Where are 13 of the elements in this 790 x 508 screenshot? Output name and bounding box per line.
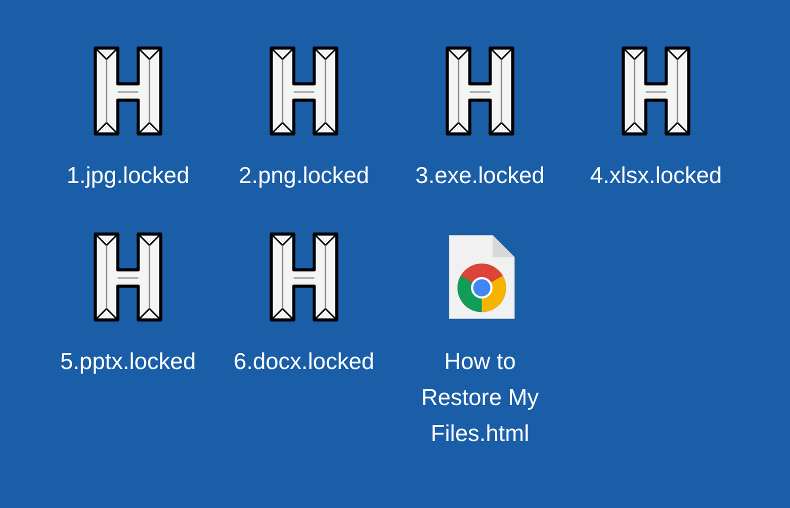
file-name: 4.xlsx.locked (589, 161, 723, 190)
file-name: 6.docx.locked (232, 347, 376, 376)
file-name: How to Restore My Files.html (420, 347, 540, 448)
h-shape-icon[interactable] (92, 231, 164, 323)
h-shape-icon[interactable] (444, 45, 516, 137)
file-name: 1.jpg.locked (66, 161, 190, 190)
file-name: 5.pptx.locked (59, 347, 197, 376)
h-shape-icon[interactable] (620, 45, 692, 137)
h-shape-icon[interactable] (92, 45, 164, 137)
h-shape-icon[interactable] (268, 231, 340, 323)
file-name: 2.png.locked (238, 161, 370, 190)
file-name: 3.exe.locked (414, 161, 546, 190)
h-shape-icon[interactable] (268, 45, 340, 137)
